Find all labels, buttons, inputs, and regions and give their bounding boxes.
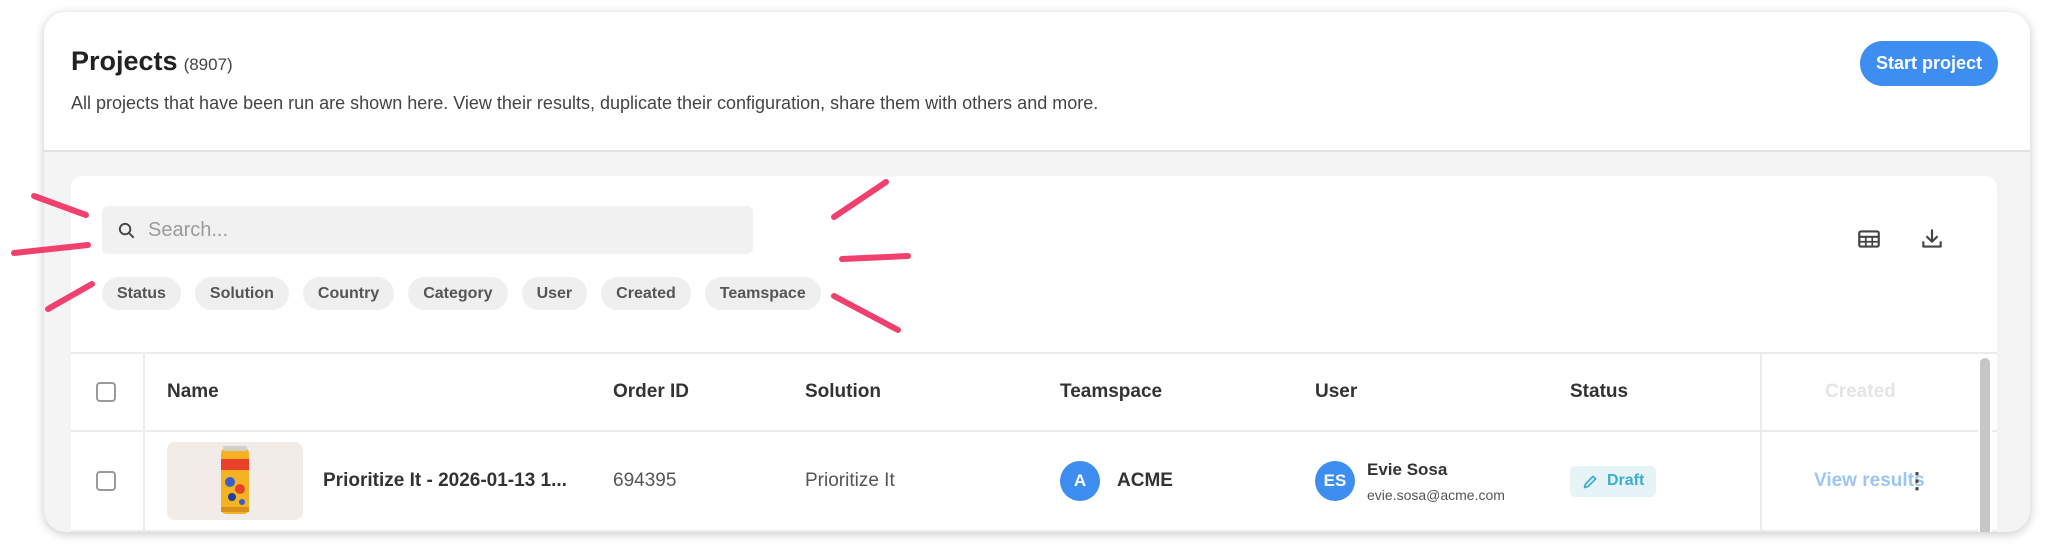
status-badge: Draft: [1570, 465, 1657, 497]
user-info: Evie Sosa evie.sosa@acme.com: [1367, 460, 1505, 503]
download-icon[interactable]: [1919, 226, 1945, 252]
column-header-status[interactable]: Status: [1570, 354, 1628, 430]
column-header-created[interactable]: Created: [1825, 354, 1896, 430]
order-id: 694395: [613, 470, 677, 491]
search-input[interactable]: [148, 218, 728, 242]
filter-chip-solution[interactable]: Solution: [194, 277, 289, 310]
status-cell: Draft: [1570, 432, 1657, 530]
table-view-icon[interactable]: [1856, 226, 1882, 252]
table-header-row: Name Order ID Solution Teamspace User St…: [71, 354, 1997, 432]
user-email: evie.sosa@acme.com: [1367, 486, 1505, 503]
project-name[interactable]: Prioritize It - 2026-01-13 1...: [323, 470, 567, 492]
select-all-checkbox[interactable]: [96, 382, 116, 402]
project-count: (8907): [183, 55, 233, 74]
user-name: Evie Sosa: [1367, 459, 1448, 479]
table-row[interactable]: Prioritize It - 2026-01-13 1... 694395 P…: [71, 432, 1997, 532]
filter-chip-status[interactable]: Status: [102, 277, 181, 310]
search-bar[interactable]: [102, 206, 753, 254]
more-options-icon[interactable]: ⋮: [1906, 470, 1928, 492]
teamspace-cell: A ACME: [1060, 432, 1173, 530]
filter-chip-user[interactable]: User: [521, 277, 588, 310]
column-divider: [1760, 354, 1762, 430]
drink-can-image: [221, 446, 249, 514]
row-select-cell: [96, 432, 116, 530]
column-header-name[interactable]: Name: [167, 354, 219, 430]
column-header-user[interactable]: User: [1315, 354, 1357, 430]
projects-table: Name Order ID Solution Teamspace User St…: [71, 352, 1997, 532]
column-header-teamspace[interactable]: Teamspace: [1060, 354, 1162, 430]
select-all-cell: [96, 354, 116, 430]
projects-panel: Status Solution Country Category User Cr…: [71, 176, 1997, 532]
row-checkbox[interactable]: [96, 471, 116, 491]
row-menu-cell: ⋮: [1906, 432, 1928, 530]
user-avatar: ES: [1315, 461, 1355, 501]
column-divider: [143, 432, 145, 530]
pencil-icon: [1583, 475, 1597, 488]
scrollbar-thumb[interactable]: [1980, 358, 1990, 532]
filter-chip-category[interactable]: Category: [408, 277, 508, 310]
column-header-order-id[interactable]: Order ID: [613, 354, 689, 430]
filter-chips: Status Solution Country Category User Cr…: [102, 277, 821, 310]
page-header: Projects (8907) All projects that have b…: [44, 12, 2030, 152]
solution-name: Prioritize It: [805, 470, 895, 491]
project-thumbnail: [167, 442, 303, 520]
start-project-button[interactable]: Start project: [1859, 41, 1998, 86]
user-cell: ES Evie Sosa evie.sosa@acme.com: [1315, 432, 1505, 530]
search-icon: [118, 222, 135, 238]
teamspace-avatar: A: [1060, 461, 1100, 501]
page-title: Projects: [71, 46, 178, 76]
page-subtitle: All projects that have been run are show…: [71, 93, 1099, 113]
filter-chip-teamspace[interactable]: Teamspace: [704, 277, 821, 310]
column-divider: [1760, 432, 1762, 530]
title-row: Projects (8907): [71, 46, 233, 77]
projects-window: Projects (8907) All projects that have b…: [44, 12, 2030, 532]
filter-chip-created[interactable]: Created: [601, 277, 691, 310]
status-label: Draft: [1607, 472, 1645, 489]
column-divider: [143, 354, 145, 430]
column-header-solution[interactable]: Solution: [805, 354, 881, 430]
filter-chip-country[interactable]: Country: [302, 277, 395, 310]
project-name-cell: Prioritize It - 2026-01-13 1...: [167, 432, 567, 530]
teamspace-name: ACME: [1117, 470, 1173, 491]
